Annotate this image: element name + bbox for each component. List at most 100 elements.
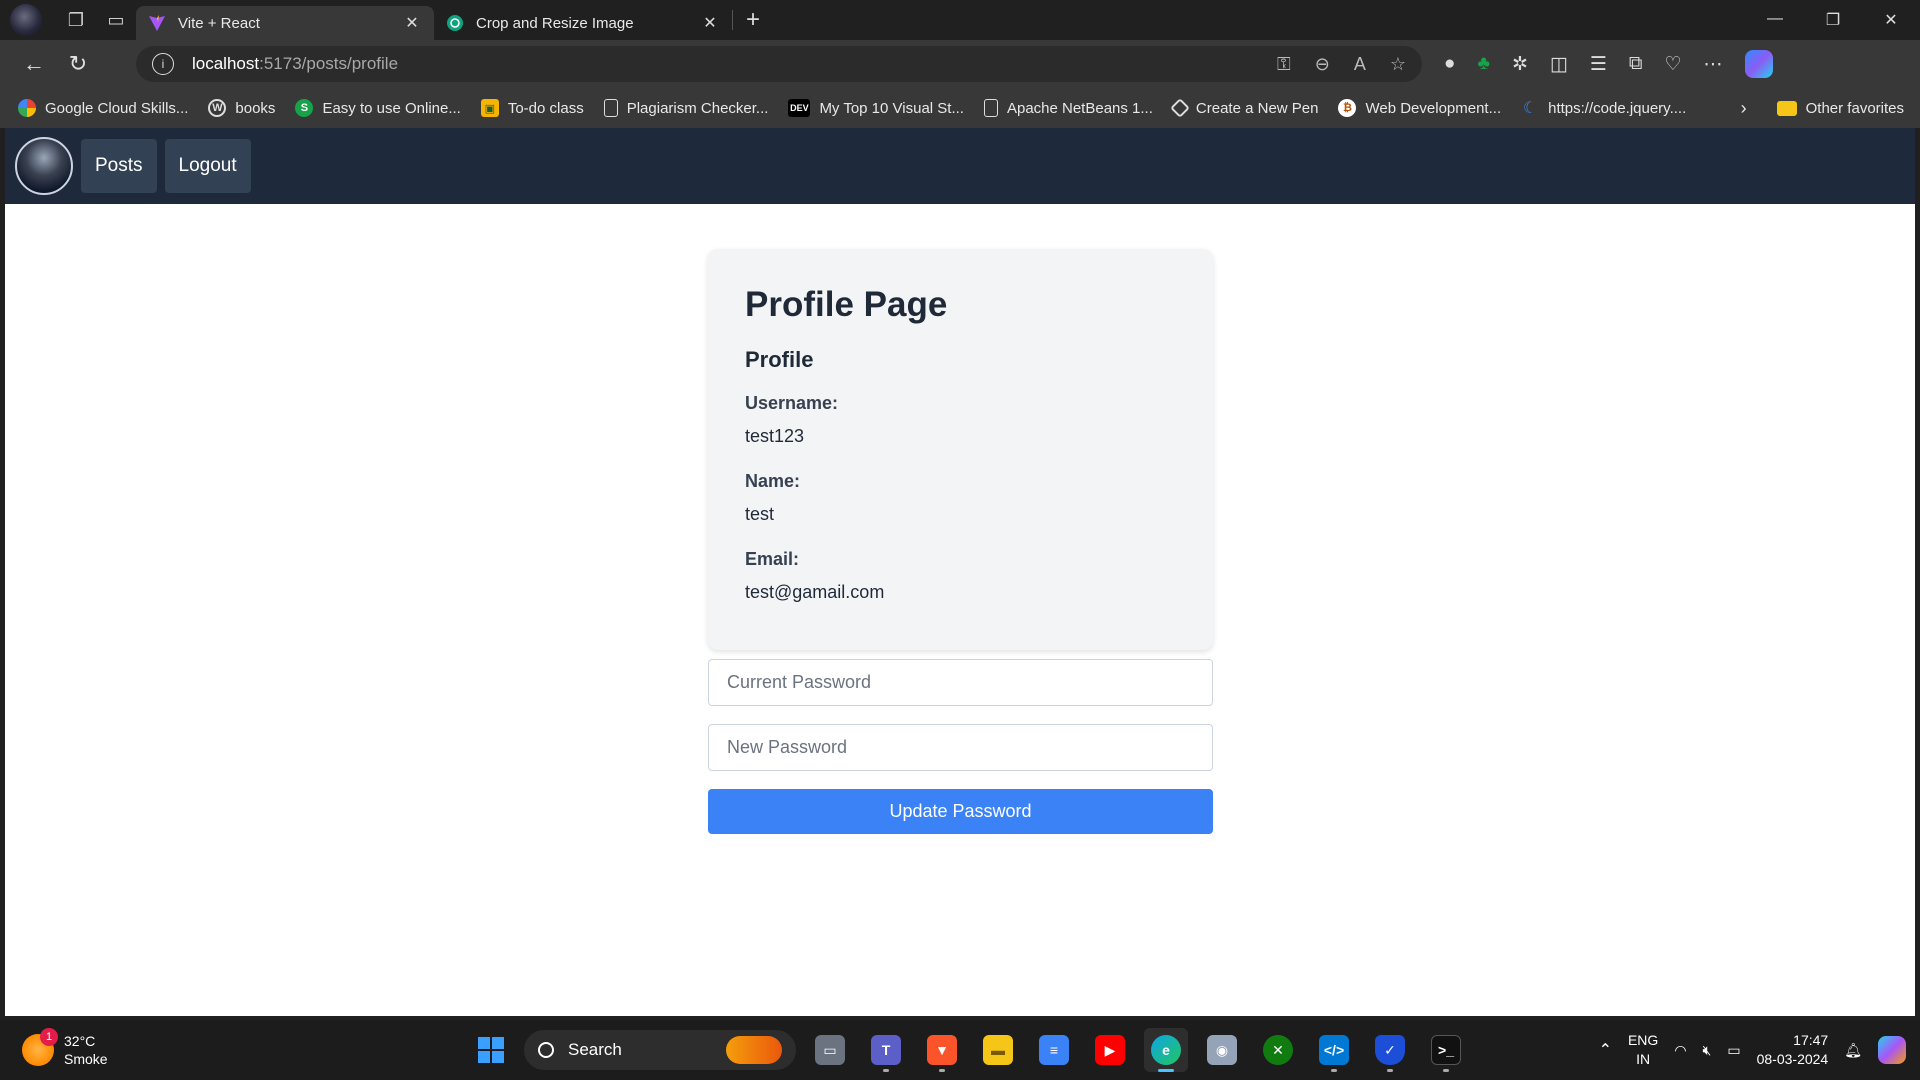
bookmark-item[interactable]: Apache NetBeans 1...	[983, 99, 1153, 117]
google-cloud-icon	[18, 99, 36, 117]
teams-icon[interactable]: T	[864, 1028, 908, 1072]
bookmark-item[interactable]: ▣ To-do class	[480, 99, 584, 117]
vertical-tabs-icon[interactable]: ▭	[96, 0, 136, 40]
address-bar-row: ← ↻ i localhost :5173/posts/profile ⚿ ⊖ …	[0, 40, 1920, 88]
email-label: Email:	[745, 549, 800, 569]
bookmark-item[interactable]: Create a New Pen	[1170, 98, 1318, 118]
file-explorer-icon[interactable]: ▬	[976, 1028, 1020, 1072]
split-screen-icon[interactable]: ◫	[1550, 53, 1568, 76]
bookmark-item[interactable]: S Easy to use Online...	[295, 99, 461, 117]
tab-close-icon[interactable]: ✕	[402, 13, 422, 33]
wifi-icon[interactable]: ◠	[1674, 1042, 1686, 1059]
name-label: Name:	[745, 471, 801, 491]
tab-title: Crop and Resize Image	[476, 14, 634, 32]
xbox-icon[interactable]: ✕	[1256, 1028, 1300, 1072]
workspaces-icon[interactable]: ❐	[56, 0, 96, 40]
favorites-icon[interactable]: ☰	[1590, 53, 1607, 76]
other-favorites-folder[interactable]: Other favorites	[1776, 100, 1904, 117]
bookmark-item[interactable]: ☾ https://code.jquery....	[1521, 99, 1686, 118]
nav-posts-link[interactable]: Posts	[81, 139, 157, 193]
dev-icon: DEV	[788, 99, 811, 117]
edge-browser-icon[interactable]: e	[1144, 1028, 1188, 1072]
search-highlight-image	[726, 1036, 782, 1064]
tab-title: Vite + React	[178, 14, 260, 32]
zoom-out-icon[interactable]: ⊖	[1315, 54, 1330, 75]
codepen-icon	[1170, 98, 1190, 118]
battery-icon[interactable]: ▭	[1727, 1042, 1740, 1059]
bookmarks-overflow: › Other favorites	[1741, 98, 1904, 119]
notepad-icon[interactable]: ≡	[1032, 1028, 1076, 1072]
taskbar-apps: Search ▭ T ▼ ▬ ≡ ▶ e ◉ ✕ </> ✓ >_	[470, 1020, 1468, 1080]
youtube-icon[interactable]: ▶	[1088, 1028, 1132, 1072]
favorite-star-icon[interactable]: ☆	[1390, 54, 1406, 75]
collections-icon[interactable]: ⧉	[1629, 53, 1643, 75]
start-windows-icon[interactable]	[470, 1029, 512, 1071]
chatgpt-icon	[446, 14, 464, 32]
weather-desc: Smoke	[64, 1051, 108, 1067]
section-title: Profile	[745, 347, 814, 372]
coin-icon: ₿	[1338, 99, 1357, 117]
bookmark-item[interactable]: ₿ Web Development...	[1338, 99, 1501, 117]
tab-crop-resize[interactable]: Crop and Resize Image ✕	[434, 6, 732, 40]
bookmark-item[interactable]: W books	[208, 99, 275, 117]
clock-time: 17:47	[1793, 1032, 1829, 1048]
extensions-icon[interactable]: ✲	[1512, 53, 1528, 76]
bookmark-item[interactable]: Plagiarism Checker...	[603, 99, 768, 117]
folder-icon	[1776, 100, 1797, 116]
browser-profile-avatar[interactable]	[10, 4, 42, 36]
wordpress-icon: W	[208, 99, 227, 117]
clock-date: 08-03-2024	[1756, 1051, 1829, 1067]
weather-widget[interactable]: 1 32°C Smoke	[22, 1028, 142, 1068]
new-password-input[interactable]	[708, 724, 1213, 771]
task-view-icon[interactable]: ▭	[808, 1028, 852, 1072]
chevron-right-icon[interactable]: ›	[1741, 98, 1747, 119]
refresh-icon[interactable]: ↻	[56, 44, 100, 84]
profile-card: Profile Page Profile Username: test123 N…	[708, 249, 1213, 650]
restore-icon[interactable]: ❐	[1804, 10, 1862, 30]
taskbar-search[interactable]: Search	[524, 1030, 796, 1070]
username-value: test123	[745, 426, 805, 446]
jquery-icon: ☾	[1522, 100, 1538, 117]
email-value: test@gamail.com	[745, 582, 885, 602]
new-tab-icon[interactable]: +	[733, 6, 773, 34]
s-icon: S	[295, 99, 314, 117]
copilot-icon[interactable]	[1744, 50, 1773, 78]
minimize-icon[interactable]: —	[1746, 10, 1804, 30]
tab-vite-react[interactable]: Vite + React ✕	[136, 6, 434, 40]
vscode-icon[interactable]: </>	[1312, 1028, 1356, 1072]
bookmark-item[interactable]: DEV My Top 10 Visual St...	[788, 99, 964, 117]
nav-logout-link[interactable]: Logout	[164, 139, 251, 193]
url-bar[interactable]: i localhost :5173/posts/profile ⚿ ⊖ A ☆	[136, 46, 1422, 82]
window-controls: — ❐ ✕	[1746, 10, 1920, 30]
terminal-icon[interactable]: >_	[1424, 1028, 1468, 1072]
window-close-icon[interactable]: ✕	[1862, 10, 1920, 30]
photos-icon[interactable]: ◉	[1200, 1028, 1244, 1072]
page-icon	[603, 99, 618, 117]
chevron-up-icon[interactable]: ⌃	[1599, 1040, 1612, 1060]
classroom-icon: ▣	[480, 99, 499, 117]
extension-mic-icon[interactable]: ●	[1444, 53, 1455, 75]
bell-icon[interactable]: 🔔︎	[1844, 1042, 1862, 1059]
defender-shield-icon[interactable]: ✓	[1368, 1028, 1412, 1072]
language-indicator[interactable]: ENG IN	[1628, 1031, 1658, 1069]
copilot-taskbar-icon[interactable]	[1878, 1036, 1906, 1064]
volume-muted-icon[interactable]: 🔇︎	[1703, 1042, 1712, 1059]
read-aloud-icon[interactable]: A	[1354, 54, 1366, 75]
favorites-bar: Google Cloud Skills... W books S Easy to…	[0, 88, 1920, 128]
key-icon[interactable]: ⚿	[1277, 54, 1291, 75]
more-menu-icon[interactable]: ⋯	[1704, 53, 1723, 76]
url-host: localhost	[192, 54, 260, 73]
page-title: Profile Page	[745, 285, 948, 324]
update-password-button[interactable]: Update Password	[708, 789, 1213, 834]
user-avatar[interactable]	[15, 137, 73, 195]
tab-close-icon[interactable]: ✕	[700, 13, 720, 33]
brave-browser-icon[interactable]: ▼	[920, 1028, 964, 1072]
windows-taskbar: 1 32°C Smoke Search ▭ T ▼ ▬ ≡ ▶ e ◉ ✕ </…	[0, 1020, 1920, 1080]
health-icon[interactable]: ♡	[1664, 53, 1681, 76]
extension-tree-icon[interactable]: ♣	[1477, 53, 1489, 75]
bookmark-item[interactable]: Google Cloud Skills...	[18, 99, 188, 117]
current-password-input[interactable]	[708, 659, 1213, 706]
back-icon[interactable]: ←	[12, 44, 56, 84]
clock[interactable]: 17:47 08-03-2024	[1757, 1031, 1829, 1069]
site-info-icon[interactable]: i	[152, 53, 174, 75]
